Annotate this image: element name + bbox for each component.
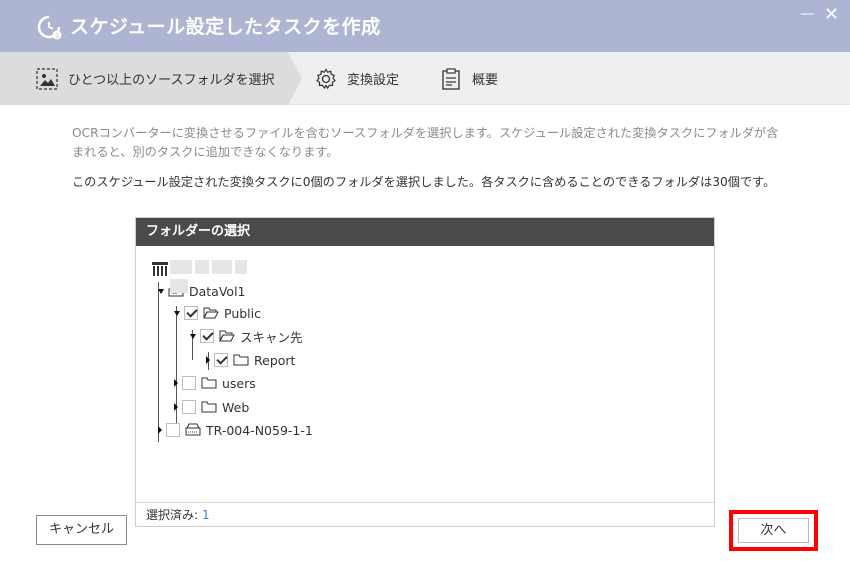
gear-icon <box>316 67 336 89</box>
folder-checkbox[interactable] <box>182 376 196 390</box>
tree-guide-line <box>158 282 159 442</box>
selected-count: 1 <box>202 508 210 522</box>
svg-text:1: 1 <box>55 33 59 40</box>
step-summary: 概要 <box>440 52 498 105</box>
folder-checkbox[interactable] <box>200 329 214 343</box>
expanded-arrow-icon[interactable] <box>158 288 164 294</box>
tree-node-users[interactable]: users <box>174 374 256 392</box>
collapsed-arrow-icon[interactable] <box>174 403 178 411</box>
tree-node-report[interactable]: Report <box>206 351 295 369</box>
step-2-label: 変換設定 <box>347 73 400 88</box>
folder-icon <box>201 401 217 413</box>
folder-icon <box>201 377 217 389</box>
tree-node-scan[interactable]: スキャン先 <box>190 327 303 345</box>
folder-icon <box>233 354 249 366</box>
external-drive-icon <box>185 423 201 436</box>
clipboard-icon <box>442 67 460 90</box>
node-label: Report <box>254 352 296 368</box>
node-label: Public <box>224 305 261 321</box>
panel-header: フォルダーの選択 <box>136 218 714 246</box>
step-select-folders: ひとつ以上のソースフォルダを選択 <box>36 52 274 105</box>
step-1-label: ひとつ以上のソースフォルダを選択 <box>68 73 275 88</box>
folder-open-icon <box>203 307 219 319</box>
next-button[interactable]: 次へ <box>738 518 809 543</box>
node-label: DataVol1 <box>189 283 246 299</box>
step-conversion-settings: 変換設定 <box>315 52 399 105</box>
minimize-button[interactable]: — <box>800 6 814 22</box>
folder-checkbox[interactable] <box>214 353 228 367</box>
volume-checkbox[interactable] <box>166 423 180 437</box>
folder-tree: DataVol1 Public スキャン先 Report users Web T… <box>136 246 714 502</box>
expanded-arrow-icon[interactable] <box>190 333 196 339</box>
close-button[interactable]: ✕ <box>824 4 839 25</box>
cancel-button[interactable]: キャンセル <box>36 515 127 545</box>
node-label: Web <box>222 399 250 415</box>
tree-node-tr004[interactable]: TR-004-N059-1-1 <box>158 421 313 439</box>
collapsed-arrow-icon[interactable] <box>158 426 162 434</box>
title-bar: 1 スケジュール設定したタスクを作成 — ✕ <box>0 0 850 52</box>
collapsed-arrow-icon[interactable] <box>174 379 178 387</box>
next-button-highlight: 次へ <box>729 510 818 551</box>
redacted-server-name <box>170 259 270 293</box>
scheduled-task-icon: 1 <box>37 15 62 40</box>
expanded-arrow-icon[interactable] <box>174 310 180 316</box>
tree-node-public[interactable]: Public <box>174 304 261 322</box>
selected-label: 選択済み: <box>146 508 199 522</box>
window-title: スケジュール設定したタスクを作成 <box>70 16 381 38</box>
folder-checkbox[interactable] <box>184 306 198 320</box>
tree-node-web[interactable]: Web <box>174 398 249 416</box>
folder-checkbox[interactable] <box>182 400 196 414</box>
node-label: スキャン先 <box>240 329 303 345</box>
folder-open-icon <box>219 330 235 342</box>
collapsed-arrow-icon[interactable] <box>206 356 210 364</box>
nas-server-icon <box>152 262 168 276</box>
step-3-label: 概要 <box>472 73 499 88</box>
selection-info-text: このスケジュール設定された変換タスクに0個のフォルダを選択しました。各タスクに含… <box>72 175 776 189</box>
node-label: users <box>222 375 256 391</box>
selection-status: 選択済み: 1 <box>136 502 714 526</box>
wizard-steps: ひとつ以上のソースフォルダを選択 変換設定 概要 <box>0 52 850 105</box>
description-text: OCRコンバーターに変換させるファイルを含むソースフォルダを選択します。スケジュ… <box>72 126 779 159</box>
image-select-icon <box>36 67 58 90</box>
node-label: TR-004-N059-1-1 <box>206 422 313 438</box>
